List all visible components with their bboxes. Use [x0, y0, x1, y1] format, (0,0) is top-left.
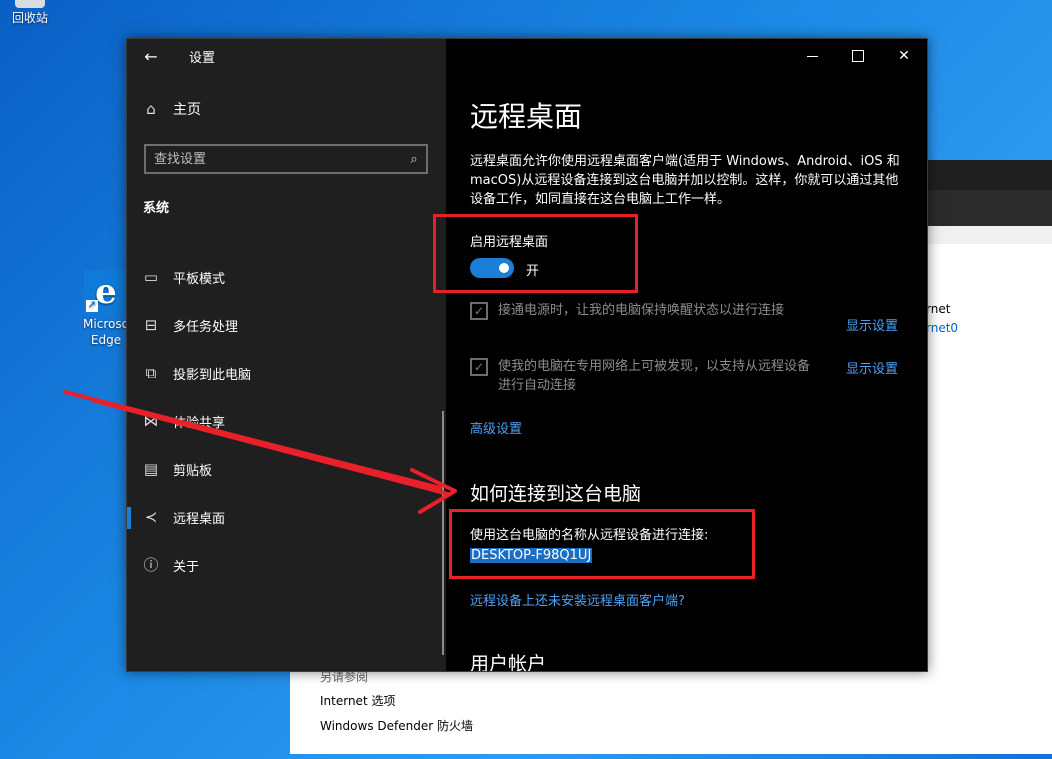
- project-icon: ⧉: [145, 364, 157, 382]
- nav-item-clipboard[interactable]: ▤ 剪贴板: [127, 445, 446, 493]
- background-link-network[interactable]: rnet0: [926, 321, 958, 335]
- home-nav-item[interactable]: ⌂ 主页: [143, 99, 201, 119]
- page-title: 远程桌面: [470, 100, 583, 133]
- checkmark-icon[interactable]: ✓: [470, 358, 488, 376]
- close-icon: ✕: [898, 48, 910, 64]
- advanced-settings-link[interactable]: 高级设置: [470, 418, 522, 437]
- shortcut-arrow-icon: ↗: [86, 300, 98, 312]
- nav-item-shared-experiences[interactable]: ⋈ 体验共享: [127, 397, 446, 445]
- recycle-bin-icon: [15, 0, 45, 8]
- nav-item-label: 投影到此电脑: [173, 367, 252, 383]
- nav-scrollbar[interactable]: [442, 411, 444, 655]
- nav-item-label: 剪贴板: [173, 463, 213, 479]
- background-text-network: rnet: [926, 302, 951, 316]
- user-accounts-heading: 用户帐户: [470, 653, 547, 671]
- nav-item-project[interactable]: ⧉ 投影到此电脑: [127, 349, 446, 397]
- maximize-button[interactable]: [835, 39, 881, 73]
- discoverable-label-line2: 进行自动连接: [498, 378, 577, 393]
- nav-item-remote-desktop[interactable]: ≺ 远程桌面: [127, 493, 446, 541]
- internet-options-link[interactable]: Internet 选项: [320, 692, 395, 709]
- recycle-bin-label: 回收站: [11, 11, 48, 25]
- app-title: 设置: [189, 50, 216, 66]
- nav-item-label: 多任务处理: [173, 319, 239, 335]
- window-controls: ✕: [789, 39, 927, 73]
- nav-item-tablet-mode[interactable]: ▭ 平板模式: [127, 253, 446, 301]
- remote-desktop-icon: ≺: [144, 508, 158, 526]
- search-icon[interactable]: ⌕: [402, 152, 426, 167]
- multitasking-icon: ⊟: [144, 316, 158, 334]
- keep-awake-label: 接通电源时，让我的电脑保持唤醒状态以进行连接: [498, 303, 785, 318]
- minimize-icon: [806, 55, 818, 57]
- nav-item-about[interactable]: ⓘ 关于: [127, 541, 446, 589]
- discoverable-checkbox-row[interactable]: ✓ 使我的电脑在专用网络上可被发现，以支持从远程设备 进行自动连接: [470, 357, 810, 395]
- discoverable-label: 使我的电脑在专用网络上可被发现，以支持从远程设备 进行自动连接: [498, 357, 810, 395]
- settings-nav-pane: ← 设置 ⌂ 主页 ⌕ 系统 ▭ 平板模式 ⊟ 多任务处理 ⧉ 投影到此电脑: [127, 39, 446, 671]
- settings-search-box[interactable]: ⌕: [144, 144, 428, 174]
- firewall-link[interactable]: Windows Defender 防火墙: [320, 717, 473, 734]
- recycle-bin-shortcut[interactable]: 回收站: [0, 0, 60, 26]
- titlebar-left: ← 设置: [127, 39, 446, 73]
- nav-item-multitasking[interactable]: ⊟ 多任务处理: [127, 301, 446, 349]
- nav-item-label: 关于: [173, 559, 200, 575]
- background-side-panel: [920, 244, 1052, 544]
- keep-awake-checkbox-row[interactable]: ✓ 接通电源时，让我的电脑保持唤醒状态以进行连接: [470, 301, 784, 320]
- toggle-state-label: 开: [526, 264, 540, 279]
- home-label: 主页: [173, 102, 201, 118]
- settings-window: ← 设置 ⌂ 主页 ⌕ 系统 ▭ 平板模式 ⊟ 多任务处理 ⧉ 投影到此电脑: [126, 38, 928, 672]
- nav-list: ▭ 平板模式 ⊟ 多任务处理 ⧉ 投影到此电脑 ⋈ 体验共享 ▤ 剪贴板 ≺ 远…: [127, 253, 446, 589]
- settings-content-pane: ✕ 远程桌面 远程桌面允许你使用远程桌面客户端(适用于 Windows、Andr…: [446, 39, 927, 671]
- enable-remote-desktop-toggle[interactable]: [470, 258, 514, 278]
- how-to-connect-heading: 如何连接到这台电脑: [470, 483, 642, 505]
- search-input[interactable]: [146, 150, 402, 168]
- nav-item-label: 远程桌面: [173, 511, 226, 527]
- connect-by-name-label: 使用这台电脑的名称从远程设备进行连接:: [470, 528, 709, 543]
- clipboard-icon: ▤: [143, 460, 159, 478]
- info-icon: ⓘ: [143, 556, 159, 574]
- show-settings-link-power[interactable]: 显示设置: [846, 315, 898, 334]
- edge-icon: e ↗: [84, 270, 128, 314]
- pc-name-text[interactable]: DESKTOP-F98Q1UJ: [470, 548, 593, 563]
- tablet-mode-icon: ▭: [143, 268, 159, 286]
- no-client-installed-link[interactable]: 远程设备上还未安装远程桌面客户端?: [470, 590, 685, 609]
- close-button[interactable]: ✕: [881, 39, 927, 73]
- home-icon: ⌂: [146, 100, 156, 118]
- remote-desktop-description: 远程桌面允许你使用远程桌面客户端(适用于 Windows、Android、iOS…: [470, 154, 900, 207]
- nav-item-label: 平板模式: [173, 271, 226, 287]
- maximize-icon: [852, 50, 864, 62]
- back-arrow-icon[interactable]: ←: [127, 47, 175, 66]
- minimize-button[interactable]: [789, 39, 835, 73]
- section-title-system: 系统: [143, 201, 170, 216]
- checkmark-icon[interactable]: ✓: [470, 302, 488, 320]
- toggle-knob: [499, 263, 509, 273]
- show-settings-link-network[interactable]: 显示设置: [846, 358, 898, 377]
- shared-experiences-icon: ⋈: [143, 412, 159, 430]
- enable-remote-desktop-label: 启用远程桌面: [470, 235, 549, 250]
- nav-item-label: 体验共享: [173, 415, 226, 431]
- discoverable-label-line1: 使我的电脑在专用网络上可被发现，以支持从远程设备: [498, 359, 811, 374]
